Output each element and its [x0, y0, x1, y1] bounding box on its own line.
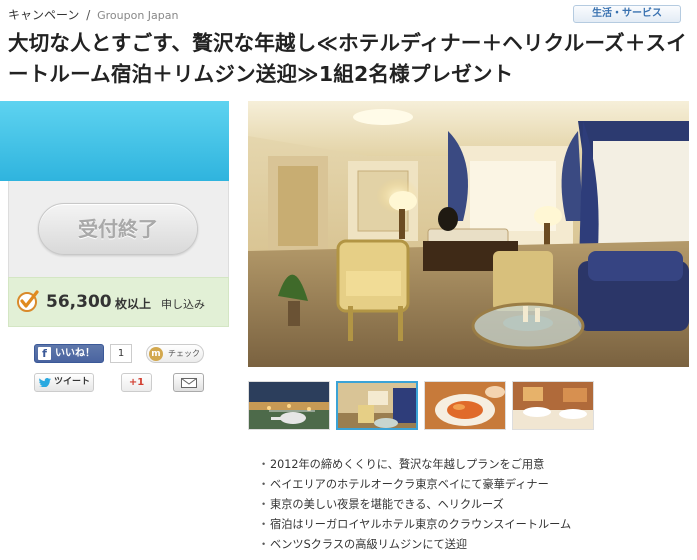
thumbnail-suite[interactable]: [336, 381, 418, 430]
applications-unit: 枚以上: [115, 297, 152, 311]
list-item: ・ベイエリアのホテルオークラ東京ベイにて豪華ディナー: [258, 478, 549, 491]
mail-share-button[interactable]: [173, 373, 204, 392]
facebook-like-button[interactable]: f いいね！: [34, 344, 104, 363]
list-item: ・東京の美しい夜景を堪能できる、ヘリクルーズ: [258, 498, 504, 511]
thumbnail-restaurant[interactable]: [512, 381, 594, 430]
list-item: ・宿泊はリーガロイヤルホテル東京のクラウンスイートルーム: [258, 518, 572, 531]
thumbnail-helicopter[interactable]: [248, 381, 330, 430]
category-tag[interactable]: 生活・サービス: [573, 5, 681, 23]
deal-title: 大切な人とすごす、贅沢な年越し≪ホテルディナー＋ヘリクルーズ＋スイートルーム宿泊…: [8, 31, 687, 86]
breadcrumb-campaign[interactable]: キャンペーン: [8, 8, 79, 22]
list-item: ・2012年の締めくくりに、贅沢な年越しプランをご用意: [258, 458, 545, 471]
google-plus-icon: +1: [128, 377, 145, 388]
mixi-icon: m: [149, 347, 163, 361]
applications-count: 56,300: [46, 292, 112, 312]
mixi-check-button[interactable]: m チェック: [146, 344, 204, 363]
closed-button[interactable]: 受付終了: [38, 203, 198, 255]
highlights-list: ・2012年の締めくくりに、贅沢な年越しプランをご用意 ・ベイエリアのホテルオー…: [258, 455, 571, 555]
checkmark-icon: [17, 290, 39, 312]
breadcrumb-separator: /: [86, 8, 91, 22]
thumbnail-dinner[interactable]: [424, 381, 506, 430]
applications-suffix: 申し込み: [161, 298, 205, 311]
facebook-like-count: 1: [110, 344, 132, 363]
twitter-bird-icon: [39, 378, 51, 387]
list-item: ・ベンツSクラスの高級リムジンにて送迎: [258, 538, 468, 551]
price-box: [0, 101, 229, 181]
mixi-check-label: チェック: [168, 349, 200, 358]
main-photo: [248, 101, 689, 367]
mail-icon: [181, 378, 197, 388]
breadcrumb-site[interactable]: Groupon Japan: [97, 9, 178, 22]
google-plus-button[interactable]: +1: [121, 373, 152, 392]
facebook-icon: f: [38, 347, 51, 360]
tweet-button[interactable]: ツイート: [34, 373, 94, 392]
facebook-like-label: いいね！: [55, 348, 95, 359]
breadcrumb: キャンペーン / Groupon Japan: [8, 6, 178, 23]
tweet-label: ツイート: [54, 377, 91, 387]
